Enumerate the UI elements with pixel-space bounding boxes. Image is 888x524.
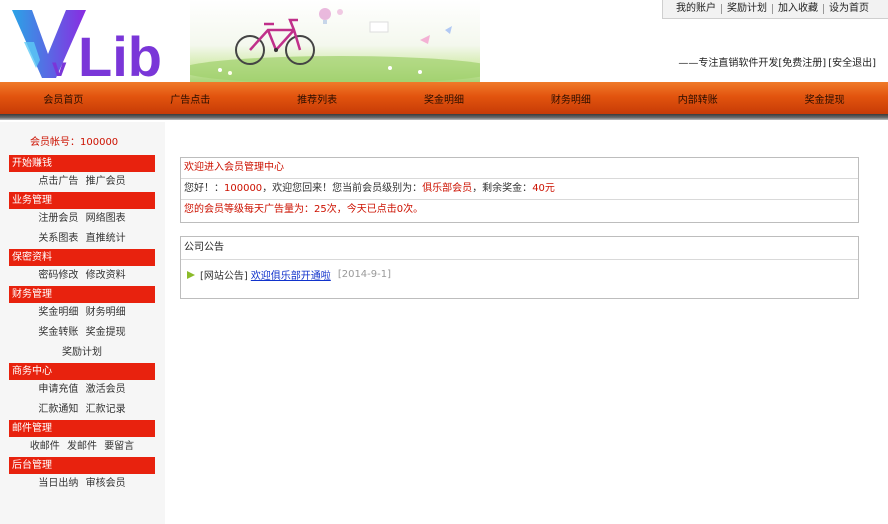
ad-quota-line: 您的会员等级每天广告量为：25次，今天已点击0次。 [184, 204, 424, 215]
announcement-link[interactable]: 欢迎俱乐部开通啦 [251, 267, 331, 282]
sidebar-menu: 开始赚钱 点击广告 推广会员 业务管理 注册会员 网络图表 关系图表 直推统计 … [9, 155, 155, 494]
announcement-title: 公司公告 [181, 237, 858, 260]
sidebar-item-activate-member[interactable]: 激活会员 [86, 384, 126, 395]
greeting-mid: ，欢迎您回来！您当前会员级别为： [262, 183, 423, 194]
sidebar-item-register-member[interactable]: 注册会员 [38, 213, 78, 224]
account-id: 100000 [80, 137, 119, 148]
sidebar-item-remit-notice[interactable]: 汇款通知 [38, 404, 78, 415]
sidebar-row: 汇款通知 汇款记录 [9, 400, 155, 420]
account-label: 会员帐号： [30, 137, 80, 148]
sidebar-item-review-member[interactable]: 审核会员 [86, 478, 126, 489]
slogan-text: ——专注直销软件开发 [678, 58, 779, 69]
sidebar-item-network-chart[interactable]: 网络图表 [86, 213, 126, 224]
svg-text:v: v [52, 52, 67, 80]
greeting-user-id: 100000 [224, 183, 263, 194]
sidebar-section-admin: 后台管理 [9, 457, 155, 474]
sidebar-item-relation-chart[interactable]: 关系图表 [38, 233, 78, 244]
sidebar-section-business: 业务管理 [9, 192, 155, 209]
announcement-date: [2014-9-1] [337, 269, 392, 280]
announcement-tag: [网站公告] [200, 271, 248, 282]
sidebar-section-start-earning: 开始赚钱 [9, 155, 155, 172]
top-link-reward-plan[interactable]: 奖励计划 [722, 4, 773, 14]
balance-label: ，剩余奖金： [472, 183, 533, 194]
bicycle-illustration [190, 8, 480, 82]
sidebar-item-inbox[interactable]: 收邮件 [30, 441, 60, 452]
nav-finance-detail[interactable]: 财务明细 [507, 91, 634, 106]
sidebar-row: 点击广告 推广会员 [9, 172, 155, 192]
announcement-panel: 公司公告 [网站公告] 欢迎俱乐部开通啦 [2014-9-1] [180, 236, 859, 299]
sidebar-row: 奖励计划 [9, 343, 155, 363]
top-links: 我的账户 奖励计划 加入收藏 设为首页 [662, 0, 888, 19]
top-link-set-homepage[interactable]: 设为首页 [824, 4, 874, 14]
nav-divider [0, 114, 888, 120]
sidebar-item-direct-stats[interactable]: 直推统计 [86, 233, 126, 244]
sidebar-row: 当日出纳 审核会员 [9, 474, 155, 494]
sidebar-item-reward-plan[interactable]: 奖励计划 [62, 347, 102, 358]
sidebar-section-mail: 邮件管理 [9, 420, 155, 437]
sidebar: 会员帐号：100000 开始赚钱 点击广告 推广会员 业务管理 注册会员 网络图… [0, 122, 165, 524]
main-nav: 会员首页 广告点击 推荐列表 奖金明细 财务明细 内部转账 奖金提现 [0, 82, 888, 114]
sidebar-row: 申请充值 激活会员 [9, 380, 155, 400]
nav-bonus-withdraw[interactable]: 奖金提现 [761, 91, 888, 106]
sidebar-row: 奖金转账 奖金提现 [9, 323, 155, 343]
welcome-greeting: 您好！：100000，欢迎您回来！您当前会员级别为：俱乐部会员，剩余奖金：40元 [181, 179, 858, 200]
sidebar-section-business-center: 商务中心 [9, 363, 155, 380]
svg-text:Lib: Lib [78, 25, 162, 80]
welcome-title: 欢迎进入会员管理中心 [181, 158, 858, 179]
nav-internal-transfer[interactable]: 内部转账 [634, 91, 761, 106]
sidebar-item-bonus-detail[interactable]: 奖金明细 [38, 307, 78, 318]
vlib-logo: Lib v [12, 10, 162, 80]
sidebar-section-finance: 财务管理 [9, 286, 155, 303]
sidebar-item-bonus-withdraw[interactable]: 奖金提现 [86, 327, 126, 338]
sidebar-item-change-password[interactable]: 密码修改 [38, 270, 78, 281]
nav-bonus-detail[interactable]: 奖金明细 [381, 91, 508, 106]
sidebar-section-private: 保密资料 [9, 249, 155, 266]
sidebar-item-promote-member[interactable]: 推广会员 [86, 176, 126, 187]
play-arrow-icon [187, 270, 195, 279]
sidebar-item-finance-detail[interactable]: 财务明细 [86, 307, 126, 318]
sidebar-item-remit-records[interactable]: 汇款记录 [86, 404, 126, 415]
main-content: 欢迎进入会员管理中心 您好！：100000，欢迎您回来！您当前会员级别为：俱乐部… [165, 122, 888, 524]
nav-referral-list[interactable]: 推荐列表 [254, 91, 381, 106]
nav-ad-click[interactable]: 广告点击 [127, 91, 254, 106]
sidebar-row: 奖金明细 财务明细 [9, 303, 155, 323]
logout-link[interactable]: [安全退出] [828, 58, 876, 69]
account-info: 会员帐号：100000 [30, 133, 118, 148]
sidebar-item-send-mail[interactable]: 发邮件 [67, 441, 97, 452]
sidebar-item-click-ads[interactable]: 点击广告 [38, 176, 78, 187]
welcome-panel: 欢迎进入会员管理中心 您好！：100000，欢迎您回来！您当前会员级别为：俱乐部… [180, 157, 859, 223]
sidebar-row: 注册会员 网络图表 [9, 209, 155, 229]
sidebar-item-daily-cashier[interactable]: 当日出纳 [38, 478, 78, 489]
slogan: ——专注直销软件开发[免费注册] [安全退出] [676, 54, 876, 69]
banner-image [190, 0, 480, 82]
sidebar-row: 密码修改 修改资料 [9, 266, 155, 286]
sidebar-row: 关系图表 直推统计 [9, 229, 155, 249]
greeting-prefix: 您好！： [184, 183, 224, 194]
sidebar-item-leave-message[interactable]: 要留言 [104, 441, 134, 452]
member-level: 俱乐部会员 [422, 183, 473, 194]
top-link-my-account[interactable]: 我的账户 [671, 4, 722, 14]
sidebar-item-edit-profile[interactable]: 修改资料 [86, 270, 126, 281]
register-link[interactable]: [免费注册] [778, 58, 826, 69]
balance-value: 40元 [532, 183, 555, 194]
sidebar-item-apply-recharge[interactable]: 申请充值 [38, 384, 78, 395]
sidebar-item-bonus-transfer[interactable]: 奖金转账 [38, 327, 78, 338]
top-link-add-favorite[interactable]: 加入收藏 [773, 4, 824, 14]
sidebar-row: 收邮件 发邮件 要留言 [9, 437, 155, 457]
nav-member-home[interactable]: 会员首页 [0, 91, 127, 106]
announcement-item: [网站公告] 欢迎俱乐部开通啦 [2014-9-1] [187, 267, 391, 282]
header: Lib v 我的账户 奖励计划 加入收藏 设为首页 ——专注直销软件开发[免费注… [0, 0, 888, 82]
